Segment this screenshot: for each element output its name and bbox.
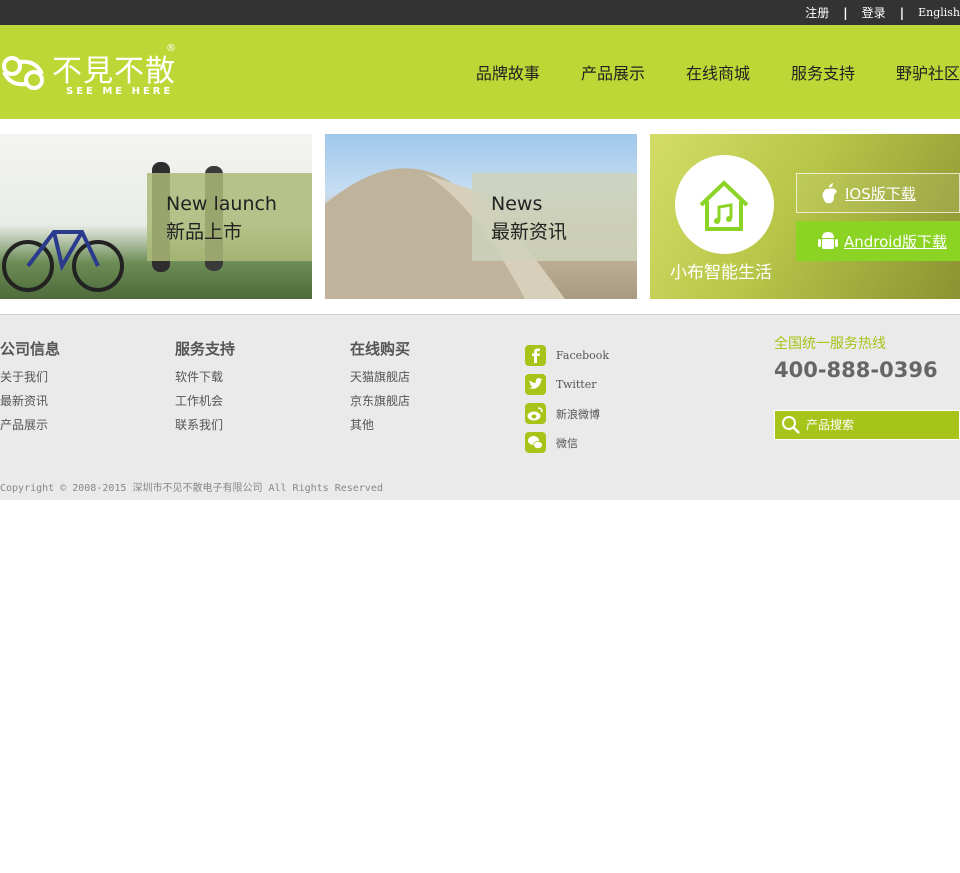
nav-products[interactable]: 产品展示: [581, 60, 645, 84]
banner-app-download: 小布智能生活 IOS版下载 Android版下载: [650, 134, 960, 299]
news-caption: News 最新资讯: [472, 173, 637, 261]
footer-link-jd[interactable]: 京东旗舰店: [350, 389, 410, 413]
footer-column-title: 公司信息: [0, 340, 61, 358]
caption-en: News: [491, 193, 543, 215]
footer-link-jobs[interactable]: 工作机会: [175, 389, 235, 413]
social-label: 微信: [556, 436, 578, 450]
social-weibo[interactable]: 新浪微博: [525, 399, 609, 428]
apple-icon: [822, 183, 837, 204]
social-label: Facebook: [556, 349, 610, 362]
social-label: Twitter: [556, 378, 597, 391]
weibo-icon: [525, 403, 546, 424]
top-bar: 注册 | 登录 | English: [0, 0, 960, 25]
android-download-button[interactable]: Android版下载: [796, 221, 960, 261]
product-search: [774, 410, 960, 440]
site-header: 不見不散 ® SEE ME HERE 品牌故事 产品展示 在线商城 服务支持 野…: [0, 25, 960, 119]
caption-cn: 最新资讯: [491, 221, 568, 243]
ios-download-button[interactable]: IOS版下载: [796, 173, 960, 213]
social-links: Facebook Twitter 新浪微博 微信: [525, 341, 609, 457]
footer-link-tmall[interactable]: 天猫旗舰店: [350, 365, 410, 389]
twitter-icon: [525, 374, 546, 395]
hotline-label: 全国统一服务热线: [774, 336, 886, 352]
app-slogan: 小布智能生活: [670, 263, 772, 283]
social-label: 新浪微博: [556, 407, 600, 421]
footer-link-other[interactable]: 其他: [350, 413, 410, 437]
site-footer: 公司信息 关于我们 最新资讯 产品展示 服务支持 软件下载 工作机会 联系我们 …: [0, 314, 960, 500]
home-music-icon: [699, 180, 749, 231]
footer-service-column: 服务支持 软件下载 工作机会 联系我们: [175, 338, 235, 437]
footer-link-software[interactable]: 软件下载: [175, 365, 235, 389]
account-links: 注册 | 登录 | English: [805, 0, 960, 25]
caption-en: New launch: [166, 193, 277, 215]
registered-mark: ®: [166, 43, 176, 54]
hotline-number: 400-888-0396: [774, 358, 938, 382]
logo-text-cn: 不見不散: [52, 54, 176, 89]
social-wechat[interactable]: 微信: [525, 428, 609, 457]
android-icon: [818, 232, 838, 249]
bicycle-icon: [2, 230, 124, 292]
register-link[interactable]: 注册: [805, 4, 829, 21]
social-twitter[interactable]: Twitter: [525, 370, 609, 399]
footer-column-title: 在线购买: [350, 340, 411, 358]
copyright-text: Copyright © 2008-2015 深圳市不见不散电子有限公司 All …: [0, 483, 383, 494]
footer-link-about[interactable]: 关于我们: [0, 365, 60, 389]
footer-shop-column: 在线购买 天猫旗舰店 京东旗舰店 其他: [350, 338, 410, 437]
footer-company-column: 公司信息 关于我们 最新资讯 产品展示: [0, 338, 60, 437]
footer-link-contact[interactable]: 联系我们: [175, 413, 235, 437]
nav-service[interactable]: 服务支持: [791, 60, 855, 84]
cancer-sign-icon: [2, 56, 44, 90]
login-link[interactable]: 登录: [862, 4, 886, 21]
main-nav: 品牌故事 产品展示 在线商城 服务支持 野驴社区: [435, 25, 960, 119]
nav-online-store[interactable]: 在线商城: [686, 60, 750, 84]
banner-news[interactable]: News 最新资讯: [325, 134, 637, 299]
footer-column-title: 服务支持: [175, 340, 236, 358]
separator: |: [899, 5, 905, 20]
app-logo-circle: [675, 155, 774, 254]
logo-text-en: SEE ME HERE: [66, 86, 174, 97]
social-facebook[interactable]: Facebook: [525, 341, 609, 370]
caption-cn: 新品上市: [166, 221, 243, 243]
wechat-icon: [525, 432, 546, 453]
new-launch-caption: New launch 新品上市: [147, 173, 312, 261]
english-link[interactable]: English: [918, 6, 960, 19]
brand-logo[interactable]: 不見不散 ® SEE ME HERE: [0, 42, 180, 104]
facebook-icon: [525, 345, 546, 366]
footer-link-products[interactable]: 产品展示: [0, 413, 60, 437]
service-hotline: 全国统一服务热线 400-888-0396: [774, 333, 938, 382]
separator: |: [843, 5, 848, 20]
nav-brand-story[interactable]: 品牌故事: [476, 60, 540, 84]
android-download-label: Android版下载: [844, 232, 947, 251]
nav-community[interactable]: 野驴社区: [896, 60, 960, 84]
search-input[interactable]: [806, 418, 946, 432]
ios-download-label: IOS版下载: [845, 184, 916, 203]
banner-new-launch[interactable]: New launch 新品上市: [0, 134, 312, 299]
search-icon[interactable]: [781, 415, 801, 435]
footer-link-news[interactable]: 最新资讯: [0, 389, 60, 413]
